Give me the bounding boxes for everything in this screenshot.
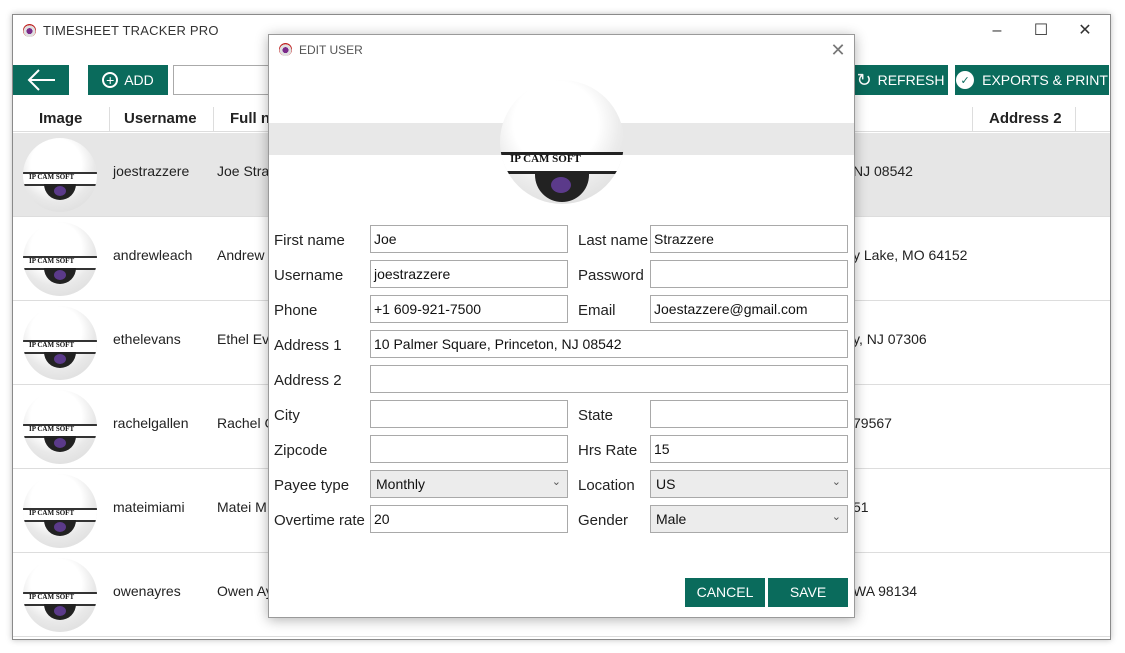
refresh-button[interactable]: ↻ REFRESH: [853, 65, 948, 95]
row-address: y, NJ 07306: [853, 331, 927, 347]
header-fullname[interactable]: Full n: [214, 107, 274, 131]
chevron-down-icon: ⌄: [831, 511, 841, 523]
chevron-down-icon: ⌄: [831, 476, 841, 488]
hrs-rate-label: Hrs Rate: [578, 442, 638, 459]
last-name-field[interactable]: Strazzere: [650, 225, 848, 253]
row-username: rachelgallen: [113, 415, 189, 431]
overtime-rate-label: Overtime rate: [274, 512, 365, 529]
avatar: IP CAM SOFT: [23, 222, 97, 296]
chevron-down-circle-icon: ✓: [956, 71, 975, 89]
avatar: IP CAM SOFT: [23, 390, 97, 464]
app-logo-icon: [23, 24, 36, 37]
payee-type-select[interactable]: Monthly ⌄: [370, 470, 568, 498]
header-address2[interactable]: Address 2: [972, 107, 1076, 131]
first-name-field[interactable]: Joe: [370, 225, 568, 253]
avatar: IP CAM SOFT: [23, 306, 97, 380]
gender-select[interactable]: Male ⌄: [650, 505, 848, 533]
close-icon[interactable]: ✕: [827, 39, 849, 61]
address1-label: Address 1: [274, 337, 342, 354]
app-title: TIMESHEET TRACKER PRO: [43, 23, 219, 38]
phone-label: Phone: [274, 302, 318, 319]
address2-label: Address 2: [274, 372, 342, 389]
refresh-label: REFRESH: [877, 72, 945, 88]
header-username[interactable]: Username: [110, 107, 214, 131]
row-fullname: Owen Ay: [217, 583, 273, 599]
exports-print-button[interactable]: ✓ EXPORTS & PRINT: [955, 65, 1109, 95]
payee-type-value: Monthly: [376, 476, 426, 492]
add-label: ADD: [124, 72, 154, 88]
payee-type-label: Payee type: [274, 477, 350, 494]
user-avatar[interactable]: IP CAM SOFT: [500, 80, 624, 204]
address2-field[interactable]: [370, 365, 848, 393]
username-label: Username: [274, 267, 344, 284]
row-username: andrewleach: [113, 247, 193, 263]
last-name-label: Last name: [578, 232, 649, 249]
zipcode-field[interactable]: [370, 435, 568, 463]
state-label: State: [578, 407, 614, 424]
plus-circle-icon: +: [102, 72, 119, 88]
row-address: 79567: [853, 415, 892, 431]
row-username: joestrazzere: [113, 163, 190, 179]
export-label: EXPORTS & PRINT: [982, 72, 1108, 88]
back-button[interactable]: [13, 65, 69, 95]
gender-value: Male: [656, 511, 687, 527]
row-fullname: Andrew: [217, 247, 265, 263]
location-value: US: [656, 476, 676, 492]
password-field[interactable]: [650, 260, 848, 288]
row-address: y Lake, MO 64152: [853, 247, 968, 263]
app-logo-icon: [279, 43, 292, 56]
close-icon[interactable]: ✕: [1065, 19, 1105, 43]
city-label: City: [274, 407, 300, 424]
row-fullname: Rachel G: [217, 415, 276, 431]
address1-field[interactable]: 10 Palmer Square, Princeton, NJ 08542: [370, 330, 848, 358]
avatar: IP CAM SOFT: [23, 138, 97, 212]
location-select[interactable]: US ⌄: [650, 470, 848, 498]
first-name-label: First name: [274, 232, 345, 249]
header-image[interactable]: Image: [13, 107, 110, 131]
row-username: mateimiami: [113, 499, 185, 515]
arrow-left-icon: [27, 69, 55, 91]
edit-user-dialog: EDIT USER ✕ IP CAM SOFT First name Joe L…: [268, 34, 855, 618]
avatar: IP CAM SOFT: [23, 558, 97, 632]
refresh-icon: ↻: [856, 69, 872, 90]
cancel-button[interactable]: CANCEL: [685, 578, 765, 607]
overtime-rate-field[interactable]: 20: [370, 505, 568, 533]
chevron-down-icon: ⌄: [551, 476, 561, 488]
row-username: ethelevans: [113, 331, 181, 347]
row-username: owenayres: [113, 583, 181, 599]
phone-field[interactable]: +1 609-921-7500: [370, 295, 568, 323]
dialog-title: EDIT USER: [299, 43, 363, 57]
gender-label: Gender: [578, 512, 629, 529]
username-field[interactable]: joestrazzere: [370, 260, 568, 288]
city-field[interactable]: [370, 400, 568, 428]
password-label: Password: [578, 267, 644, 284]
email-label: Email: [578, 302, 616, 319]
hrs-rate-field[interactable]: 15: [650, 435, 848, 463]
state-field[interactable]: [650, 400, 848, 428]
row-fullname: Matei M: [217, 499, 267, 515]
avatar: IP CAM SOFT: [23, 474, 97, 548]
minimize-icon[interactable]: –: [977, 19, 1017, 43]
maximize-icon[interactable]: ☐: [1021, 19, 1061, 43]
row-address: WA 98134: [853, 583, 918, 599]
email-field[interactable]: Joestazzere@gmail.com: [650, 295, 848, 323]
row-address: 51: [853, 499, 869, 515]
location-label: Location: [578, 477, 635, 494]
save-button[interactable]: SAVE: [768, 578, 848, 607]
row-address: NJ 08542: [853, 163, 913, 179]
zipcode-label: Zipcode: [274, 442, 328, 459]
add-button[interactable]: + ADD: [88, 65, 168, 95]
